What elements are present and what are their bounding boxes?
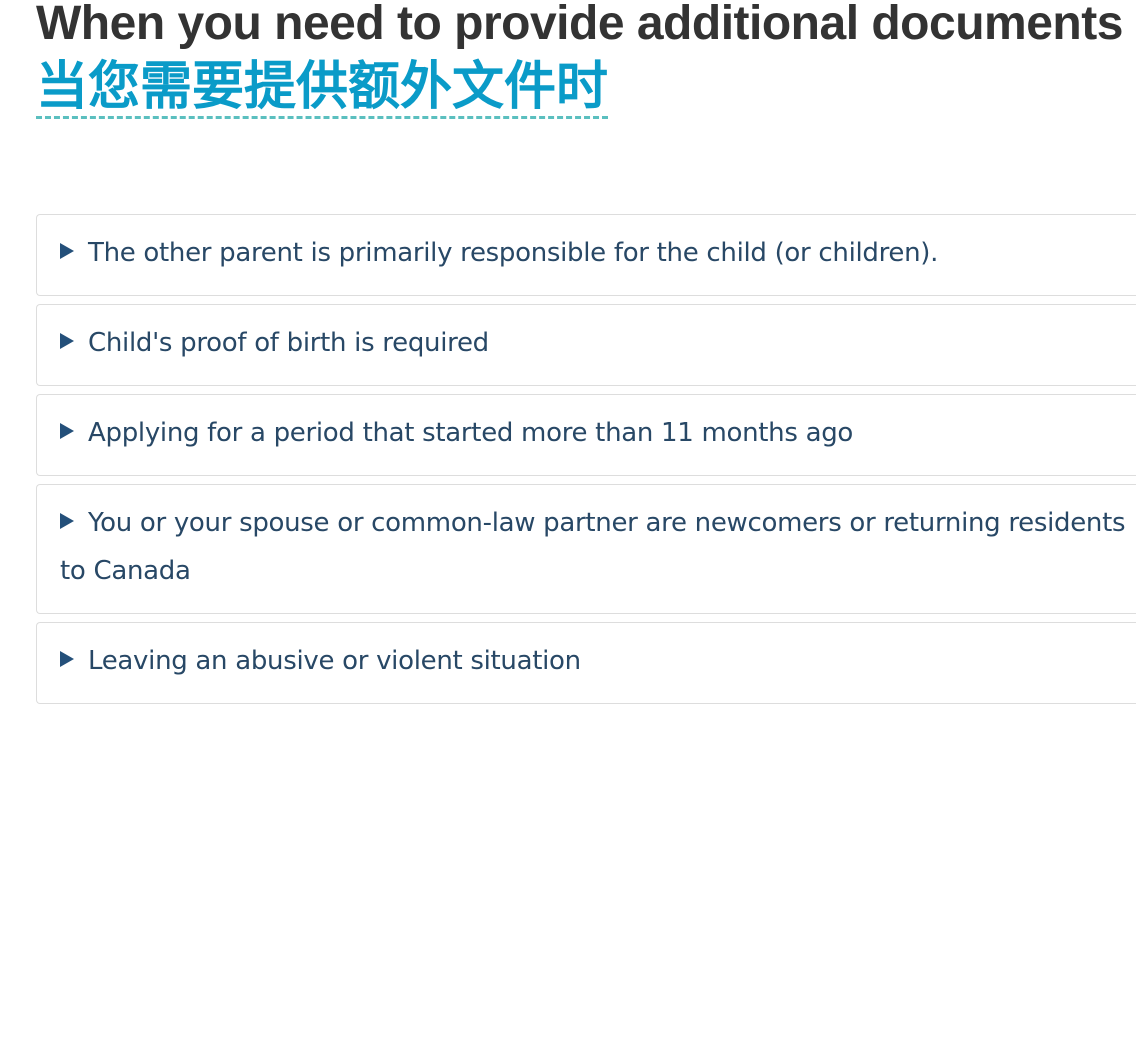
summary-label: The other parent is primarily responsibl… bbox=[88, 238, 939, 268]
expandable-item-other-parent[interactable]: The other parent is primarily responsibl… bbox=[36, 214, 1136, 296]
summary-translation: 离开虐待或暴力的环境 bbox=[60, 693, 330, 730]
summary-label: You or your spouse or common-law partner… bbox=[60, 508, 1126, 586]
caret-right-icon bbox=[60, 423, 74, 439]
expandable-item-summary[interactable]: You or your spouse or common-law partner… bbox=[60, 499, 1136, 595]
summary-label: Child's proof of birth is required bbox=[88, 328, 489, 358]
expandable-item-summary[interactable]: Applying for a period that started more … bbox=[60, 409, 1136, 457]
page-title: When you need to provide additional docu… bbox=[36, 0, 1123, 50]
expandable-item-summary[interactable]: Leaving an abusive or violent situation bbox=[60, 637, 1136, 685]
caret-right-icon bbox=[60, 243, 74, 259]
expandable-item-proof-of-birth[interactable]: Child's proof of birth is required 需要孩子的… bbox=[36, 304, 1136, 386]
summary-label: Leaving an abusive or violent situation bbox=[88, 646, 581, 676]
expandable-item-retroactive-period[interactable]: Applying for a period that started more … bbox=[36, 394, 1136, 476]
caret-right-icon bbox=[60, 513, 74, 529]
expandable-item-newcomers[interactable]: You or your spouse or common-law partner… bbox=[36, 484, 1136, 614]
expandable-item-summary[interactable]: The other parent is primarily responsibl… bbox=[60, 229, 1136, 277]
page-title-translation: 当您需要提供额外文件时 bbox=[36, 57, 609, 119]
expandable-item-abusive-situation[interactable]: Leaving an abusive or violent situation … bbox=[36, 622, 1136, 704]
page: When you need to provide additional docu… bbox=[36, 0, 1136, 704]
caret-right-icon bbox=[60, 651, 74, 667]
caret-right-icon bbox=[60, 333, 74, 349]
expandable-item-summary[interactable]: Child's proof of birth is required bbox=[60, 319, 1136, 367]
summary-label: Applying for a period that started more … bbox=[88, 418, 854, 448]
expandable-list: The other parent is primarily responsibl… bbox=[36, 214, 1136, 712]
